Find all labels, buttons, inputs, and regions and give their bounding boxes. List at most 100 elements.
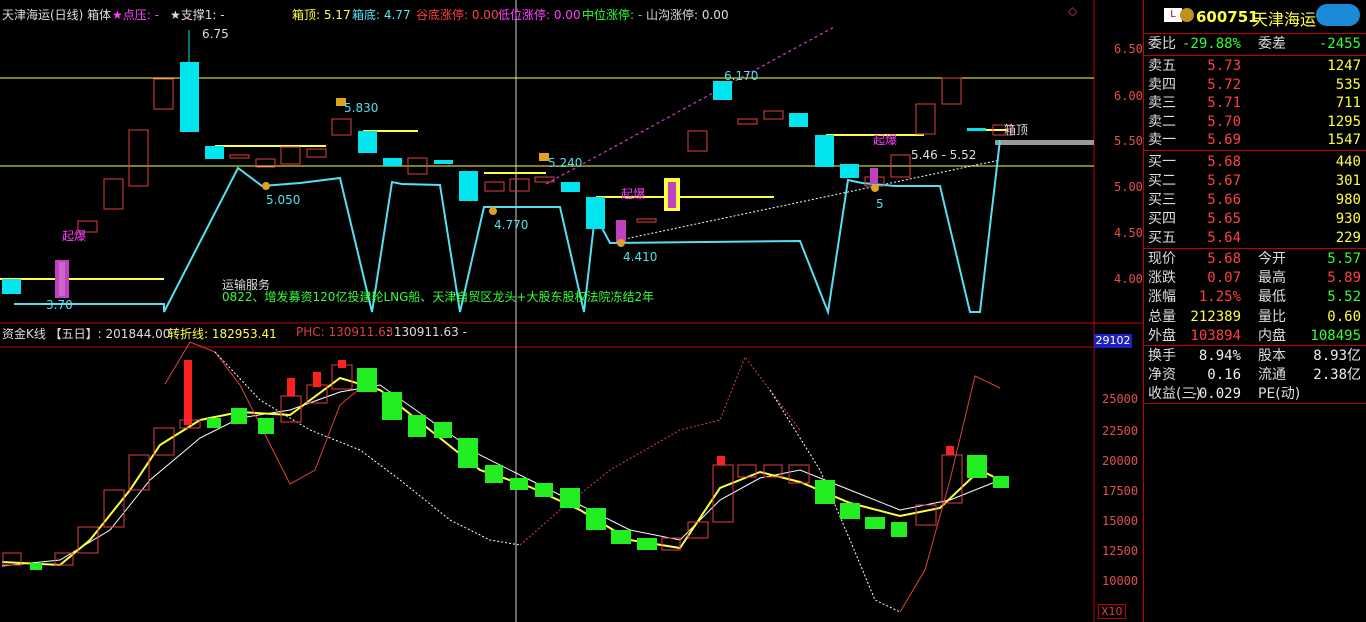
stat-label-2: 最低 [1258, 289, 1286, 306]
bid-price: 5.65 [1207, 211, 1241, 227]
bid-label: 买四 [1148, 211, 1176, 227]
burst-label: 起爆 [873, 133, 898, 147]
stat-label: 总量 [1148, 308, 1176, 325]
stat-value: 212389 [1190, 308, 1241, 325]
bid-label: 买三 [1148, 192, 1176, 208]
phc-value: : 130911.63 - [386, 325, 467, 339]
bid-price: 5.67 [1207, 173, 1241, 189]
bid-label: 买五 [1148, 230, 1176, 246]
low-limit-label: 低位涨停: 0.00 [498, 8, 581, 22]
bid-row: 买一 5.68 440 [1144, 152, 1366, 173]
fund-value-2: 2.38亿 [1313, 367, 1361, 383]
sub-tick: 12500 [1102, 544, 1139, 558]
fund-value-2: 8.93亿 [1313, 348, 1361, 364]
stat-value-2: 5.52 [1327, 289, 1361, 306]
badge-icon [1180, 8, 1194, 22]
price-tick: 5.50 [1114, 134, 1143, 148]
stat-row: 外盘 103894 内盘 108495 [1144, 326, 1366, 347]
weibi-row: 委比 -29.88% 委差 -2455 [1148, 36, 1361, 52]
sub-tick: 15000 [1102, 514, 1139, 528]
stat-label: 现价 [1148, 251, 1176, 267]
stat-label: 外盘 [1148, 327, 1176, 344]
fund-row: 收益(三) -0.029 PE(动) [1144, 384, 1366, 405]
sub-tick: 17500 [1102, 484, 1139, 498]
stat-label-2: 今开 [1258, 251, 1286, 267]
bid-row: 买三 5.66 980 [1144, 190, 1366, 211]
price-tick: 6.00 [1114, 89, 1143, 103]
fund-value: 8.94% [1198, 348, 1241, 364]
scale-x10: X10 [1098, 604, 1126, 619]
box-bottom-label: 箱底: 4.77 [352, 8, 411, 22]
mid-limit-label: 中位涨停: - [582, 8, 643, 22]
price-annotation: 5.050 [266, 193, 301, 207]
stat-label-2: 内盘 [1258, 327, 1286, 344]
stat-value: 1.25% [1198, 289, 1241, 306]
point-pressure-label: ★点压: - [112, 8, 159, 22]
ask-volume: 1547 [1327, 132, 1361, 149]
stock-code: 600751 [1196, 8, 1259, 26]
stat-value: 103894 [1190, 327, 1241, 344]
price-annotation: 5.830 [344, 101, 379, 115]
search-bubble-icon[interactable] [1316, 4, 1360, 26]
fund-value: -0.029 [1190, 386, 1241, 402]
price-annotation: 4.770 [494, 218, 529, 232]
diamond-icon[interactable]: ◇ [1068, 4, 1077, 18]
sub-tick: 10000 [1102, 574, 1139, 588]
fund-value: 0.16 [1207, 367, 1241, 383]
phc-label: PHC: 130911.63 [296, 325, 394, 339]
sub-tick: 25000 [1102, 392, 1139, 406]
bid-label: 买二 [1148, 173, 1176, 189]
price-annotation: 4.410 [623, 250, 658, 264]
price-tick: 6.50 [1114, 42, 1143, 56]
quote-panel: L 600751 天津海运 委比 -29.88% 委差 -2455 卖五 5.73… [1143, 0, 1366, 622]
high-price-label: 6.75 [202, 27, 229, 41]
stat-value: 0.07 [1207, 270, 1241, 287]
price-tick: 4.50 [1114, 226, 1143, 240]
fund-label-2: 流通 [1258, 367, 1286, 383]
fund-label: 换手 [1148, 348, 1176, 364]
turn-line-label: 转折线: 182953.41 [168, 327, 277, 341]
stat-label: 涨幅 [1148, 289, 1176, 306]
price-annotation: 5.240 [548, 156, 583, 170]
bid-volume: 930 [1335, 211, 1361, 227]
bid-price: 5.68 [1207, 154, 1241, 170]
stat-row: 总量 212389 量比 0.60 [1144, 307, 1366, 328]
fund-label: 净资 [1148, 367, 1176, 383]
bid-volume: 980 [1335, 192, 1361, 208]
stock-name: 天津海运 [1252, 10, 1317, 29]
bid-row: 买四 5.65 930 [1144, 209, 1366, 230]
price-tick: 5.00 [1114, 180, 1143, 194]
bid-label: 买一 [1148, 154, 1176, 170]
box-top-label: 箱顶: 5.17 [292, 8, 351, 22]
valley-limit-label: 谷底涨停: 0.00 [416, 8, 499, 22]
price-annotation: 5 [876, 197, 884, 211]
stat-value-2: 5.89 [1327, 270, 1361, 287]
stat-label-2: 最高 [1258, 270, 1286, 287]
news-text: 0822、增发募资120亿投建轮LNG船、天津自贸区龙头+大股东股权法院冻结2年 [222, 290, 655, 304]
quote-header: L 600751 天津海运 [1144, 0, 1366, 33]
fund-label-2: 股本 [1258, 348, 1286, 364]
sub-axis-badge: 29102 [1094, 334, 1132, 348]
fund-row: 换手 8.94% 股本 8.93亿 [1144, 346, 1366, 367]
ask-label: 卖一 [1148, 132, 1176, 149]
bid-row: 买二 5.67 301 [1144, 171, 1366, 192]
stat-row: 涨幅 1.25% 最低 5.52 [1144, 287, 1366, 308]
burst-label: 起爆 [62, 229, 87, 243]
bid-volume: 440 [1335, 154, 1361, 170]
sub-tick: 20000 [1102, 454, 1139, 468]
bid-volume: 229 [1335, 230, 1361, 246]
bid-row: 买五 5.64 229 [1144, 228, 1366, 249]
ask-price: 5.69 [1207, 132, 1241, 149]
stat-row: 涨跌 0.07 最高 5.89 [1144, 268, 1366, 289]
stat-value-2: 5.57 [1327, 251, 1361, 267]
fund-row: 净资 0.16 流通 2.38亿 [1144, 365, 1366, 386]
bid-price: 5.66 [1207, 192, 1241, 208]
fund-label-2: PE(动) [1258, 386, 1301, 402]
stat-value: 5.68 [1207, 251, 1241, 267]
stat-label: 涨跌 [1148, 270, 1176, 287]
burst-label: 起爆 [621, 187, 646, 201]
box-top-tag: 箱顶 [1004, 123, 1029, 137]
support-label: ★支撑1: - [170, 8, 225, 22]
stock-chart[interactable] [0, 0, 1143, 622]
ask-row: 卖一 5.69 1547 [1144, 130, 1366, 151]
